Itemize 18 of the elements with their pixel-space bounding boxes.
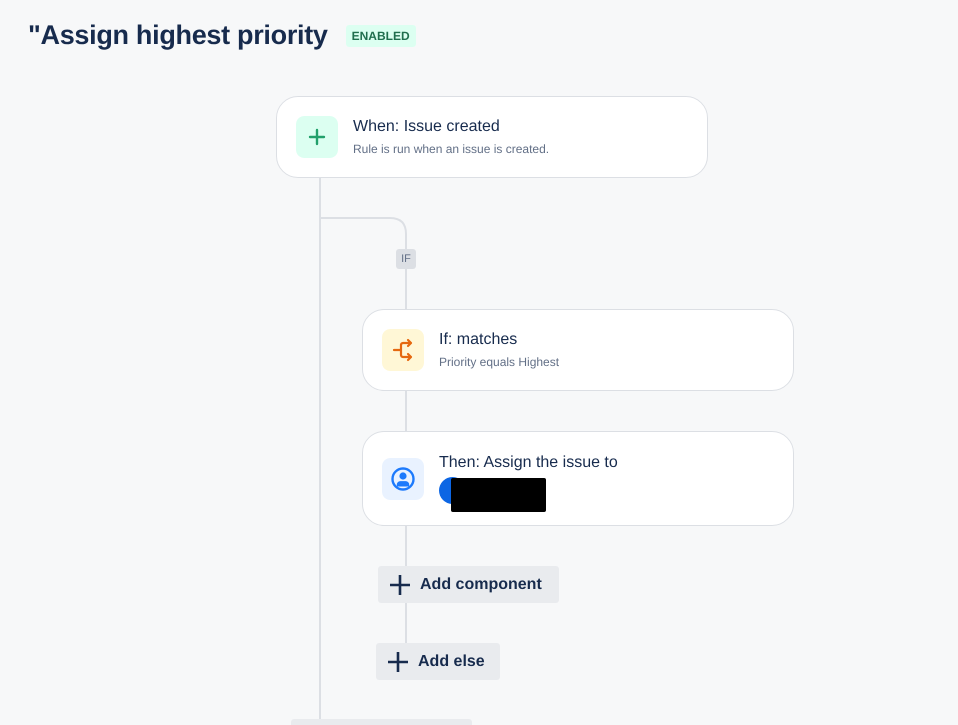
card-description: Priority equals Highest	[439, 354, 560, 370]
rule-title: "Assign highest priority	[28, 20, 328, 51]
add-button[interactable]: Add component	[378, 566, 559, 603]
trigger-card[interactable]: When: Issue created Rule is run when an issue is created.	[276, 96, 708, 178]
action-card[interactable]: Then: Assign the issue to	[362, 431, 794, 526]
cut-off-button[interactable]	[291, 719, 472, 725]
condition-card[interactable]: If: matches Priority equals Highest	[362, 309, 794, 391]
card-title: When: Issue created	[353, 117, 501, 137]
card-title: Then: Assign the issue to	[439, 452, 618, 472]
plus-icon	[296, 116, 338, 158]
card-title: If: matches	[439, 330, 518, 350]
plus-icon	[388, 572, 412, 596]
status-badge: ENABLED	[346, 24, 416, 46]
card-description: Rule is run when an issue is created.	[353, 141, 550, 157]
if-label: IF	[396, 249, 416, 269]
branch-icon	[382, 329, 424, 371]
add-button[interactable]: Add else	[376, 643, 500, 680]
plus-icon	[386, 650, 410, 674]
